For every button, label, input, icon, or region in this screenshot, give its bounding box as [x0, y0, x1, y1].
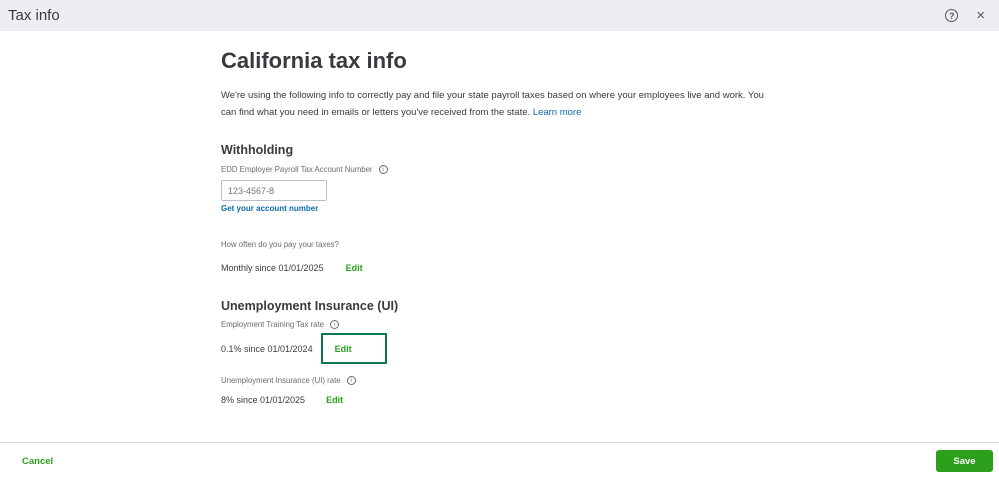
- help-icon[interactable]: ?: [945, 9, 959, 22]
- close-icon[interactable]: ×: [976, 8, 985, 23]
- intro-body: We're using the following info to correc…: [221, 90, 764, 118]
- cancel-button[interactable]: Cancel: [22, 456, 53, 467]
- ui-rate-label-text: Unemployment Insurance (UI) rate: [221, 376, 341, 385]
- ui-rate-label: Unemployment Insurance (UI) rate i: [221, 376, 781, 385]
- ett-rate-value: 0.1% since 01/01/2024: [221, 343, 313, 354]
- ett-rate-label: Employment Training Tax rate i: [221, 320, 781, 329]
- info-icon[interactable]: i: [378, 165, 388, 174]
- ui-heading: Unemployment Insurance (UI): [221, 299, 399, 313]
- pay-frequency-value: Monthly since 01/01/2025: [221, 263, 324, 273]
- info-icon[interactable]: i: [346, 376, 356, 385]
- intro-text: We're using the following info to correc…: [221, 87, 781, 121]
- ett-rate-label-text: Employment Training Tax rate: [221, 320, 324, 329]
- page-title: California tax info: [221, 48, 407, 73]
- ui-rate-value: 8% since 01/01/2025: [221, 395, 306, 405]
- get-account-number-link[interactable]: Get your account number: [221, 204, 781, 213]
- withholding-heading: Withholding: [221, 143, 294, 157]
- save-button[interactable]: Save: [936, 450, 993, 472]
- ett-edit-focus[interactable]: Edit: [320, 333, 387, 364]
- dialog-footer: Cancel Save: [0, 442, 999, 479]
- dialog-header: Tax info ? ×: [0, 0, 999, 31]
- learn-more-link[interactable]: Learn more: [533, 107, 582, 118]
- account-number-input[interactable]: [221, 180, 327, 201]
- account-number-label: EDD Employer Payroll Tax Account Number i: [221, 165, 781, 174]
- edit-ett-rate-link[interactable]: Edit: [335, 344, 352, 354]
- pay-frequency-label: How often do you pay your taxes?: [221, 240, 339, 249]
- account-number-label-text: EDD Employer Payroll Tax Account Number: [221, 165, 373, 174]
- info-icon[interactable]: i: [330, 320, 339, 329]
- edit-ui-rate-link[interactable]: Edit: [326, 395, 343, 405]
- tax-info-form: California tax info We're using the foll…: [221, 48, 781, 407]
- dialog-title: Tax info: [8, 7, 60, 24]
- edit-pay-frequency-link[interactable]: Edit: [346, 263, 363, 273]
